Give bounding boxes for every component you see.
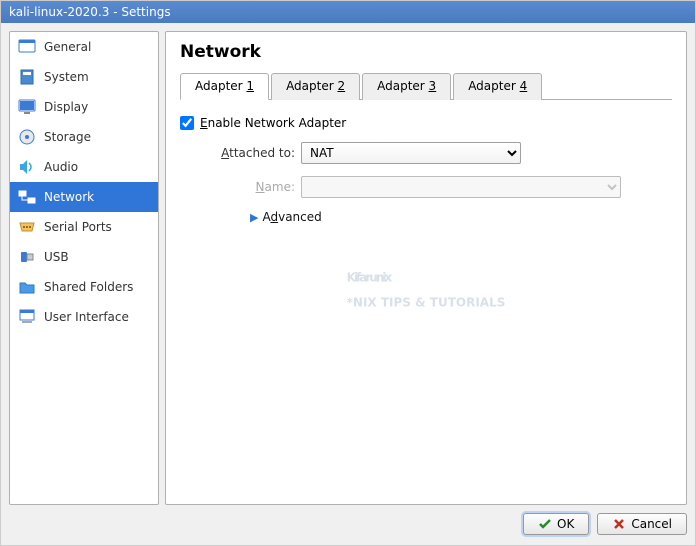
watermark: Kifarunix *NIX TIPS & TUTORIALS: [347, 227, 506, 310]
usb-icon: [18, 248, 36, 266]
sidebar-item-label: USB: [44, 250, 69, 264]
sidebar-item-system[interactable]: System: [10, 62, 158, 92]
advanced-expander[interactable]: ▶ Advanced: [250, 210, 672, 224]
sidebar-item-serial-ports[interactable]: Serial Ports: [10, 212, 158, 242]
attached-to-label: Attached to:: [200, 146, 295, 160]
enable-adapter-label: Enable Network Adapter: [200, 116, 346, 130]
sidebar-item-network[interactable]: Network: [10, 182, 158, 212]
sidebar-item-display[interactable]: Display: [10, 92, 158, 122]
sidebar-item-label: General: [44, 40, 91, 54]
sidebar-item-label: Audio: [44, 160, 78, 174]
sidebar: General System Display Storage Audio Net…: [9, 31, 159, 505]
sidebar-item-usb[interactable]: USB: [10, 242, 158, 272]
tab-adapter-4[interactable]: Adapter 4: [453, 73, 542, 100]
cancel-button[interactable]: Cancel: [597, 513, 687, 535]
ok-button[interactable]: OK: [523, 513, 589, 535]
tab-adapter-3[interactable]: Adapter 3: [362, 73, 451, 100]
tab-adapter-1[interactable]: Adapter 1: [180, 73, 269, 100]
enable-adapter-checkbox[interactable]: [180, 116, 194, 130]
sidebar-item-label: Storage: [44, 130, 91, 144]
general-icon: [18, 38, 36, 56]
sidebar-item-general[interactable]: General: [10, 32, 158, 62]
network-icon: [18, 188, 36, 206]
expand-right-icon: ▶: [250, 211, 258, 224]
sidebar-item-label: Serial Ports: [44, 220, 112, 234]
name-select: [301, 176, 621, 198]
tab-adapter-2[interactable]: Adapter 2: [271, 73, 360, 100]
attached-to-select[interactable]: NAT: [301, 142, 521, 164]
sidebar-item-storage[interactable]: Storage: [10, 122, 158, 152]
sidebar-item-label: Network: [44, 190, 94, 204]
sidebar-item-label: User Interface: [44, 310, 129, 324]
shared-folders-icon: [18, 278, 36, 296]
sidebar-item-shared-folders[interactable]: Shared Folders: [10, 272, 158, 302]
panel-title: Network: [180, 42, 672, 62]
sidebar-item-label: Shared Folders: [44, 280, 133, 294]
sidebar-item-user-interface[interactable]: User Interface: [10, 302, 158, 332]
window-titlebar[interactable]: kali-linux-2020.3 - Settings: [1, 1, 695, 23]
user-interface-icon: [18, 308, 36, 326]
adapter-tabs: Adapter 1 Adapter 2 Adapter 3 Adapter 4: [180, 72, 672, 100]
cancel-icon: [612, 517, 626, 531]
window-title: kali-linux-2020.3 - Settings: [9, 5, 171, 19]
sidebar-item-label: System: [44, 70, 89, 84]
settings-panel: Kifarunix *NIX TIPS & TUTORIALS Network …: [165, 31, 687, 505]
sidebar-item-audio[interactable]: Audio: [10, 152, 158, 182]
audio-icon: [18, 158, 36, 176]
sidebar-item-label: Display: [44, 100, 88, 114]
ok-icon: [538, 517, 552, 531]
name-label: Name:: [200, 180, 295, 194]
serial-port-icon: [18, 218, 36, 236]
system-icon: [18, 68, 36, 86]
storage-icon: [18, 128, 36, 146]
display-icon: [18, 98, 36, 116]
advanced-label: Advanced: [262, 210, 321, 224]
dialog-buttons: OK Cancel: [9, 505, 687, 535]
